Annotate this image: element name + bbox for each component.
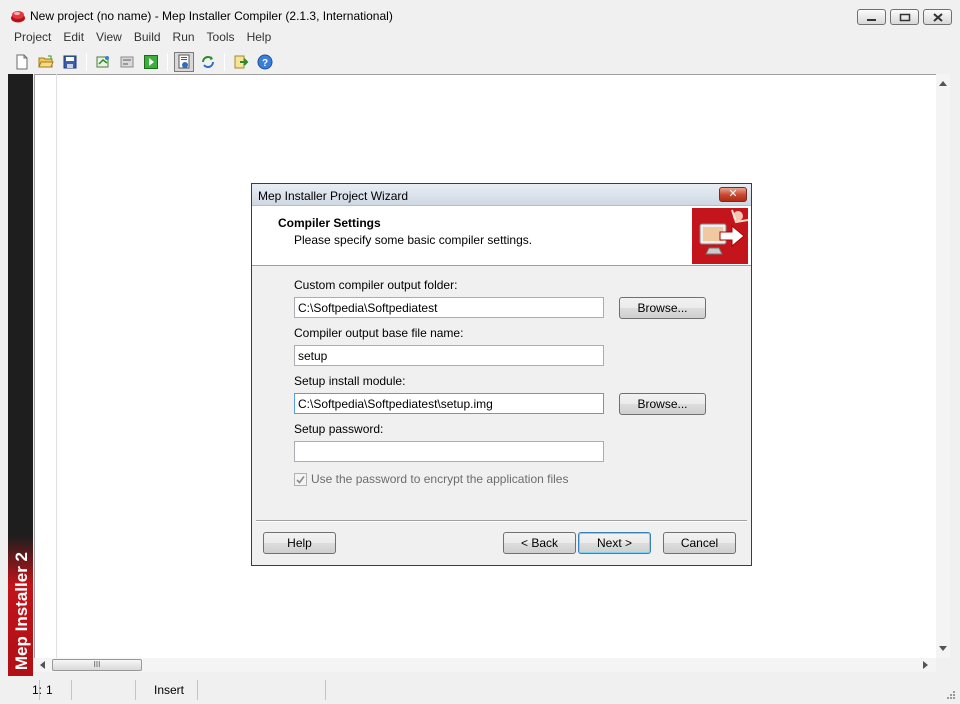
checkmark-icon (296, 475, 305, 484)
save-button[interactable] (60, 52, 80, 72)
new-file-icon (16, 54, 28, 70)
editor-gutter-line (56, 74, 57, 658)
minimize-button[interactable] (857, 9, 886, 25)
app-logo-icon (11, 11, 25, 23)
close-button[interactable] (923, 9, 952, 25)
close-icon (933, 13, 943, 22)
compile-button[interactable] (117, 52, 137, 72)
open-button[interactable] (36, 52, 56, 72)
toolbar: ? (0, 50, 960, 74)
installer-logo-icon (692, 208, 748, 264)
install-module-label: Setup install module: (294, 374, 406, 388)
settings-button[interactable] (174, 52, 194, 72)
cancel-button[interactable]: Cancel (663, 532, 736, 554)
minimize-icon (867, 19, 876, 21)
output-folder-label: Custom compiler output folder: (294, 278, 458, 292)
scroll-up-icon[interactable] (939, 81, 947, 86)
resize-grip-icon[interactable] (946, 690, 956, 700)
export-button[interactable] (231, 52, 251, 72)
menu-run[interactable]: Run (167, 30, 201, 50)
base-name-input[interactable] (294, 345, 604, 366)
svg-text:?: ? (262, 58, 268, 69)
banner-text: Mep Installer 2 (12, 551, 31, 670)
encrypt-option: Use the password to encrypt the applicat… (294, 472, 568, 486)
project-wizard-icon (96, 56, 109, 68)
help-button[interactable]: ? (255, 52, 275, 72)
restore-button[interactable] (890, 9, 919, 25)
scroll-down-icon[interactable] (939, 646, 947, 651)
status-empty (198, 680, 326, 700)
password-input[interactable] (294, 441, 604, 462)
base-name-label: Compiler output base file name: (294, 326, 464, 340)
menu-project[interactable]: Project (8, 30, 57, 50)
vertical-scrollbar[interactable] (936, 74, 950, 658)
toolbar-separator (86, 53, 87, 71)
save-icon (63, 55, 77, 69)
window-controls (857, 9, 952, 25)
settings-icon (178, 54, 190, 69)
status-empty (72, 680, 136, 700)
status-bar: 1: 1 Insert (0, 676, 960, 704)
encrypt-checkbox[interactable] (294, 472, 307, 486)
next-button[interactable]: Next > (578, 532, 651, 554)
dialog-header: Compiler Settings Please specify some ba… (252, 206, 751, 266)
status-mode: Insert (136, 680, 198, 700)
window-titlebar: New project (no name) - Mep Installer Co… (0, 0, 960, 30)
run-icon (144, 55, 158, 69)
browse-install-module-button[interactable]: Browse... (619, 393, 706, 415)
menu-help[interactable]: Help (241, 30, 278, 50)
compile-icon (120, 56, 134, 68)
restore-icon (899, 13, 911, 22)
help-dialog-button[interactable]: Help (263, 532, 336, 554)
menu-edit[interactable]: Edit (57, 30, 90, 50)
horizontal-scrollbar[interactable]: III (34, 658, 936, 672)
dialog-title: Mep Installer Project Wizard (258, 189, 409, 203)
install-module-input[interactable] (294, 393, 604, 414)
menu-build[interactable]: Build (128, 30, 167, 50)
header-title: Compiler Settings (278, 216, 381, 230)
open-folder-icon (38, 55, 54, 68)
side-banner: Mep Installer 2 (8, 74, 33, 676)
status-line: 1: (0, 680, 42, 700)
dialog-close-button[interactable]: ✕ (719, 187, 747, 202)
encrypt-label: Use the password to encrypt the applicat… (311, 472, 569, 486)
window-title: New project (no name) - Mep Installer Co… (30, 9, 393, 23)
export-icon (234, 55, 249, 69)
browse-output-folder-button[interactable]: Browse... (619, 297, 706, 319)
menu-bar: Project Edit View Build Run Tools Help (0, 30, 960, 50)
header-subtitle: Please specify some basic compiler setti… (294, 233, 533, 247)
scroll-left-icon[interactable] (40, 661, 45, 669)
scroll-right-icon[interactable] (923, 661, 928, 669)
dialog-divider (256, 520, 747, 522)
project-wizard-button[interactable] (93, 52, 113, 72)
back-button[interactable]: < Back (503, 532, 576, 554)
refresh-button[interactable] (198, 52, 218, 72)
horizontal-scroll-thumb[interactable]: III (52, 659, 142, 671)
new-file-button[interactable] (12, 52, 32, 72)
menu-tools[interactable]: Tools (201, 30, 241, 50)
menu-view[interactable]: View (90, 30, 128, 50)
help-icon: ? (257, 54, 273, 70)
project-wizard-dialog: Mep Installer Project Wizard ✕ Compiler … (251, 183, 752, 566)
refresh-icon (202, 56, 214, 68)
run-button[interactable] (141, 52, 161, 72)
toolbar-separator (224, 53, 225, 71)
dialog-titlebar: Mep Installer Project Wizard ✕ (252, 184, 751, 206)
status-column: 1 (40, 680, 72, 700)
password-label: Setup password: (294, 422, 384, 436)
toolbar-separator (167, 53, 168, 71)
output-folder-input[interactable] (294, 297, 604, 318)
